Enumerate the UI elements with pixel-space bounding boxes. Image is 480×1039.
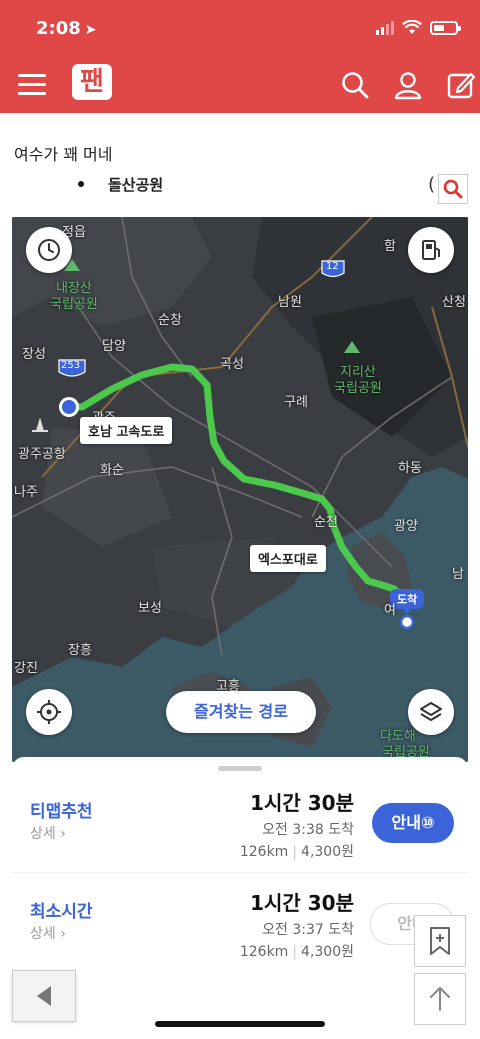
favorite-route-button[interactable]: 즐겨찾는 경로 bbox=[166, 691, 316, 733]
map-label-national-park: 국립공원 bbox=[50, 297, 98, 312]
route-meta: 126km | 4,300원 bbox=[240, 941, 354, 961]
bookmark-add-icon bbox=[430, 927, 450, 955]
post-bullet-text: 돌산공원 bbox=[108, 176, 164, 194]
bookmark-button[interactable] bbox=[414, 915, 466, 967]
map-label-namwon: 남원 bbox=[278, 295, 302, 310]
side-search-button[interactable] bbox=[438, 174, 468, 204]
route-name: 티맵추천 bbox=[30, 802, 93, 822]
crosshair-icon bbox=[37, 700, 61, 724]
route-detail-link[interactable]: 상세 › bbox=[30, 823, 66, 843]
brand-logo[interactable]: 팬 bbox=[72, 64, 112, 100]
map-label-jangheung: 장흥 bbox=[68, 643, 92, 658]
map-label-damyang: 담양 bbox=[102, 339, 126, 354]
map-label-nam: 남 bbox=[452, 567, 464, 582]
status-time: 2:08 ➤ bbox=[36, 18, 97, 39]
map-label-gurye: 구례 bbox=[284, 395, 308, 410]
user-icon[interactable] bbox=[393, 70, 423, 100]
map-label-yeosu: 여 bbox=[384, 603, 396, 618]
edit-icon[interactable] bbox=[446, 70, 476, 100]
meta-separator: | bbox=[292, 944, 298, 960]
search-icon bbox=[443, 179, 463, 199]
chevron-right-icon: › bbox=[55, 826, 66, 842]
route-option-recommended[interactable]: 티맵추천 상세 › 1시간 30분 오전 3:38 도착 126km | 4,300… bbox=[12, 757, 468, 860]
post-title: 여수가 꽤 머네 bbox=[14, 145, 113, 164]
cellular-signal-icon bbox=[376, 20, 394, 35]
start-guidance-button[interactable]: 안내⑩ bbox=[372, 803, 454, 843]
fuel-pump-icon bbox=[422, 240, 440, 260]
route-arrival: 오전 3:38 도착 bbox=[262, 822, 354, 838]
route-detail-link[interactable]: 상세 › bbox=[30, 923, 66, 943]
map-label-sunchang: 순창 bbox=[158, 313, 182, 328]
map-label-jirisan-park: 국립공원 bbox=[334, 381, 382, 396]
back-button[interactable] bbox=[12, 970, 76, 1022]
route-distance: 126km bbox=[239, 944, 289, 960]
road-badge-12: 12 bbox=[326, 261, 339, 272]
fuel-station-button[interactable] bbox=[408, 227, 454, 273]
route-name: 최소시간 bbox=[30, 902, 93, 922]
road-badge-253: 253 bbox=[61, 360, 81, 371]
map-label-sancheong: 산청 bbox=[442, 295, 466, 310]
back-arrow-icon bbox=[37, 986, 51, 1006]
home-indicator bbox=[155, 1021, 325, 1027]
map-label-hwasun: 화순 bbox=[100, 463, 124, 478]
status-indicators bbox=[376, 20, 461, 35]
route-detail-text: 상세 bbox=[30, 926, 56, 942]
map-label-jangseong: 장성 bbox=[22, 347, 46, 362]
arrow-up-icon bbox=[430, 987, 450, 1011]
wifi-icon bbox=[402, 20, 422, 34]
route-map[interactable]: 정읍 내장산 국립공원 장성 담양 순창 남원 곡성 지리산 국립공원 광주 광… bbox=[12, 217, 468, 762]
chevron-right-icon: › bbox=[55, 926, 66, 942]
route-sheet: 티맵추천 상세 › 1시간 30분 오전 3:38 도착 126km | 4,300… bbox=[12, 757, 468, 975]
layers-icon bbox=[420, 702, 442, 721]
location-arrow-icon: ➤ bbox=[84, 22, 97, 38]
route-toll: 4,300원 bbox=[301, 944, 354, 960]
destination-label: 도착 bbox=[397, 593, 418, 606]
map-label-naju: 나주 bbox=[14, 485, 38, 500]
search-icon[interactable] bbox=[340, 70, 370, 100]
road-label-honam: 호남 고속도로 bbox=[80, 417, 173, 444]
battery-icon bbox=[430, 20, 461, 35]
map-label-gangjin: 강진 bbox=[14, 661, 38, 676]
map-label-hadong: 하동 bbox=[398, 461, 422, 476]
route-duration: 1시간 30분 bbox=[250, 791, 354, 815]
status-time-text: 2:08 bbox=[36, 18, 81, 39]
map-label-boseong: 보성 bbox=[138, 601, 162, 616]
map-label-suncheon: 순천 bbox=[314, 515, 338, 530]
time-button[interactable] bbox=[26, 227, 72, 273]
bullet-dot bbox=[78, 181, 84, 187]
map-label-gokseong: 곡성 bbox=[220, 357, 244, 372]
map-layers-button[interactable] bbox=[408, 689, 454, 735]
menu-icon[interactable] bbox=[18, 74, 46, 96]
route-duration: 1시간 30분 bbox=[250, 891, 354, 915]
route-option-fastest[interactable]: 최소시간 상세 › 1시간 30분 오전 3:37 도착 126km | 4,300… bbox=[12, 857, 468, 960]
map-label-hamyang: 함 bbox=[384, 239, 396, 254]
clock-icon bbox=[38, 239, 60, 261]
map-label-gwangju-airport: 광주공항 bbox=[18, 447, 66, 462]
paren-glyph: ( bbox=[428, 174, 436, 195]
scroll-to-top-button[interactable] bbox=[414, 973, 466, 1025]
map-label-gwangyang: 광양 bbox=[394, 519, 418, 534]
route-arrival: 오전 3:37 도착 bbox=[262, 922, 354, 938]
road-label-expo: 엑스포대로 bbox=[250, 545, 326, 572]
route-detail-text: 상세 bbox=[30, 826, 56, 842]
my-location-button[interactable] bbox=[26, 689, 72, 735]
